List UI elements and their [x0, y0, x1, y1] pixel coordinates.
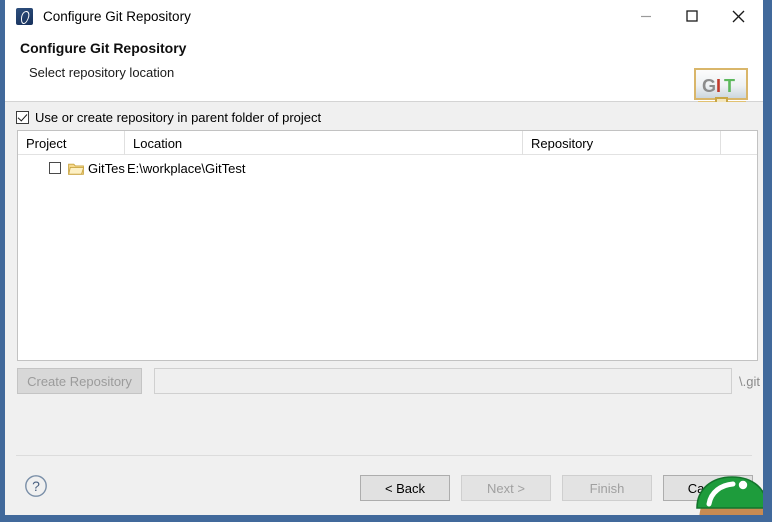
table-row[interactable]: GitTest E:\workplace\GitTest: [18, 157, 757, 179]
git-suffix-label: \.git: [739, 373, 760, 389]
close-icon[interactable]: [715, 1, 761, 32]
row-select-checkbox[interactable]: [49, 162, 61, 174]
maximize-icon[interactable]: [669, 1, 715, 32]
row-project-name: GitTest: [88, 160, 125, 176]
create-repository-button[interactable]: Create Repository: [17, 368, 142, 394]
row-project-cell[interactable]: GitTest: [18, 157, 125, 179]
svg-text:I: I: [716, 76, 721, 96]
cancel-button[interactable]: Cancel: [663, 475, 753, 501]
create-repository-row: Create Repository \.git: [17, 368, 760, 394]
svg-text:T: T: [724, 76, 735, 96]
dialog-button-bar: < Back Next > Finish Cancel: [360, 475, 753, 501]
table-header-row: Project Location Repository: [18, 131, 757, 155]
dialog-body: Use or create repository in parent folde…: [5, 102, 763, 515]
finish-button[interactable]: Finish: [562, 475, 652, 501]
page-title: Configure Git Repository: [20, 40, 187, 56]
svg-text:G: G: [702, 76, 716, 96]
column-header-project[interactable]: Project: [18, 131, 125, 155]
eclipse-git-icon: [16, 7, 33, 25]
row-location-cell[interactable]: E:\workplace\GitTest: [125, 157, 523, 179]
dialog-footer: ? < Back Next > Finish Cancel: [5, 456, 763, 515]
column-header-spacer: [721, 131, 757, 155]
window-controls: [623, 1, 763, 32]
folder-icon: [68, 163, 84, 175]
window-title: Configure Git Repository: [43, 8, 191, 24]
column-header-repository[interactable]: Repository: [523, 131, 721, 155]
title-bar: Configure Git Repository: [5, 0, 763, 32]
use-parent-folder-label: Use or create repository in parent folde…: [35, 109, 322, 125]
use-parent-folder-checkbox[interactable]: [16, 110, 29, 124]
column-header-location[interactable]: Location: [125, 131, 523, 155]
projects-table[interactable]: Project Location Repository GitTest E:\w…: [17, 130, 758, 361]
use-parent-folder-option[interactable]: Use or create repository in parent folde…: [16, 107, 321, 127]
page-subtitle: Select repository location: [29, 65, 175, 80]
svg-text:?: ?: [32, 478, 40, 494]
help-icon[interactable]: ?: [24, 474, 48, 498]
dialog-header: Configure Git Repository Select reposito…: [5, 32, 763, 110]
back-button[interactable]: < Back: [360, 475, 450, 501]
repository-path-input[interactable]: [154, 368, 732, 394]
row-repository-cell[interactable]: [523, 157, 721, 179]
dialog-window: Configure Git Repository Configure Git R…: [0, 0, 772, 522]
next-button[interactable]: Next >: [461, 475, 551, 501]
minimize-icon[interactable]: [623, 1, 669, 32]
